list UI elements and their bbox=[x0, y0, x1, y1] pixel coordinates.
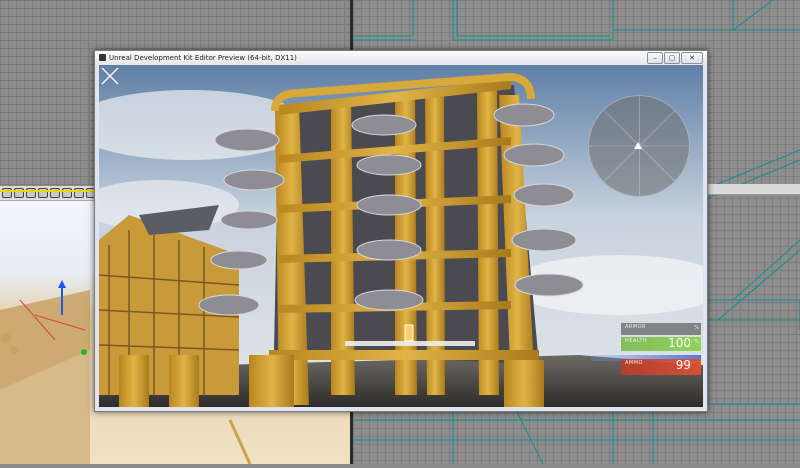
health-unit: % bbox=[694, 339, 699, 345]
health-value: 100 bbox=[668, 336, 691, 350]
crosshair-icon bbox=[101, 67, 119, 85]
window-app-icon bbox=[99, 54, 106, 61]
minimize-icon[interactable]: – bbox=[647, 52, 663, 64]
armor-unit: % bbox=[694, 325, 699, 331]
viewport-toolbar bbox=[0, 186, 98, 201]
editor-preview-window[interactable]: Unreal Development Kit Editor Preview (6… bbox=[94, 50, 708, 412]
health-bar: HEALTH 100 % bbox=[621, 336, 701, 351]
ammo-value: 99 bbox=[675, 358, 691, 372]
hud-status: ARMOR % HEALTH 100 % AMMO 99 bbox=[621, 323, 701, 377]
window-controls: – ▢ ✕ bbox=[647, 52, 703, 64]
close-icon[interactable]: ✕ bbox=[681, 52, 703, 64]
minimap-player-icon bbox=[634, 142, 642, 149]
ammo-label: AMMO bbox=[625, 360, 643, 366]
minimap bbox=[588, 95, 690, 197]
armor-label: ARMOR bbox=[625, 324, 647, 330]
game-viewport[interactable]: ARMOR % HEALTH 100 % AMMO 99 bbox=[99, 65, 703, 407]
health-label: HEALTH bbox=[625, 338, 648, 344]
maximize-icon[interactable]: ▢ bbox=[664, 52, 680, 64]
active-viewport-highlight bbox=[0, 190, 100, 192]
ammo-bar: AMMO 99 bbox=[621, 358, 701, 375]
armor-bar: ARMOR % bbox=[621, 323, 701, 335]
window-titlebar[interactable]: Unreal Development Kit Editor Preview (6… bbox=[95, 51, 707, 65]
viewport-toolbar-right bbox=[700, 184, 800, 195]
window-title: Unreal Development Kit Editor Preview (6… bbox=[109, 54, 297, 62]
